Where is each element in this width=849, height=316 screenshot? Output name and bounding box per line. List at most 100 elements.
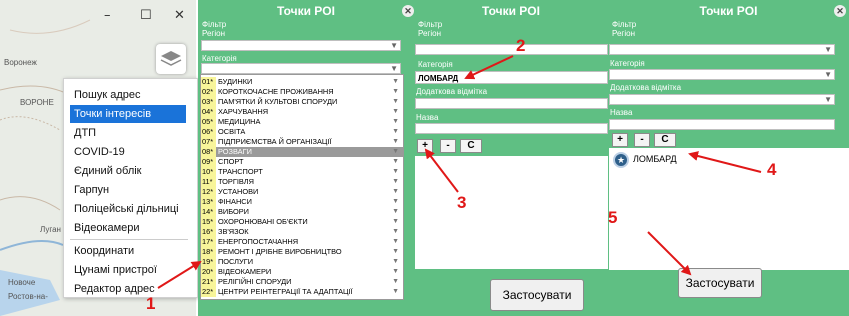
extra-mark-select[interactable] — [415, 98, 608, 109]
category-code: 13* — [201, 197, 216, 207]
name-input[interactable] — [609, 119, 835, 130]
category-name: МЕДИЦИНА — [218, 117, 261, 126]
chevron-down-icon: ▼ — [392, 138, 399, 145]
category-option[interactable]: 09* СПОРТ ▼ — [201, 157, 403, 167]
layers-icon — [160, 51, 182, 66]
chevron-down-icon: ▼ — [824, 45, 832, 54]
name-label: Назва — [610, 108, 633, 117]
chevron-down-icon: ▼ — [392, 218, 399, 225]
menu-item-unified-register[interactable]: Єдиний облік — [64, 162, 192, 180]
close-icon[interactable]: ✕ — [402, 5, 414, 17]
minimize-button[interactable]: – — [104, 8, 111, 23]
chevron-down-icon: ▼ — [392, 198, 399, 205]
close-icon[interactable]: ✕ — [834, 5, 846, 17]
menu-item-address-editor[interactable]: Редактор адрес — [64, 280, 192, 298]
category-label: Категорія — [610, 59, 645, 68]
menu-item-tsunami-devices[interactable]: Цунамі пристрої — [64, 261, 192, 279]
menu-item-video-cameras[interactable]: Відеокамери — [64, 219, 192, 237]
plus-button[interactable]: + — [417, 139, 433, 153]
maximize-button[interactable]: ☐ — [140, 8, 152, 23]
category-name: ФІНАНСИ — [218, 197, 252, 206]
poi-window-title: Точки POI — [414, 0, 608, 22]
category-name: ХАРЧУВАННЯ — [218, 107, 269, 116]
category-option[interactable]: 16* ЗВ'ЯЗОК ▼ — [201, 227, 403, 237]
menu-item-covid[interactable]: COVID-19 — [64, 143, 192, 161]
filter-label: Фільтр — [418, 20, 443, 29]
map-label-luhansk: Луган — [40, 225, 61, 234]
category-option[interactable]: 13* ФІНАНСИ ▼ — [201, 197, 403, 207]
category-option[interactable]: 12* УСТАНОВИ ▼ — [201, 187, 403, 197]
region-select[interactable]: ▼ — [609, 44, 835, 55]
result-item[interactable]: ЛОМБАРД — [633, 154, 677, 164]
menu-separator — [70, 239, 188, 240]
category-option[interactable]: 22* ЦЕНТРИ РЕІНТЕГРАЦІЇ ТА АДАПТАЦІЇ ▼ — [201, 287, 403, 297]
category-option[interactable]: 19* ПОСЛУГИ ▼ — [201, 257, 403, 267]
category-option[interactable]: 17* ЕНЕРГОПОСТАЧАННЯ ▼ — [201, 237, 403, 247]
chevron-down-icon: ▼ — [392, 248, 399, 255]
category-code: 06* — [201, 127, 216, 137]
chevron-down-icon: ▼ — [392, 148, 399, 155]
category-option[interactable]: 10* ТРАНСПОРТ ▼ — [201, 167, 403, 177]
chevron-down-icon: ▼ — [392, 238, 399, 245]
category-option[interactable]: 01* БУДИНКИ ▼ — [201, 77, 403, 87]
clear-button[interactable]: C — [460, 139, 482, 153]
category-option[interactable]: 02* КОРОТКОЧАСНЕ ПРОЖИВАННЯ ▼ — [201, 87, 403, 97]
category-code: 22* — [201, 287, 216, 297]
category-value: ЛОМБАРД — [418, 74, 459, 83]
category-option[interactable]: 05* МЕДИЦИНА ▼ — [201, 117, 403, 127]
category-option[interactable]: 11* ТОРГІВЛЯ ▼ — [201, 177, 403, 187]
menu-item-dtp[interactable]: ДТП — [64, 124, 192, 142]
category-option[interactable]: 15* ОХОРОНЮВАНІ ОБ'ЄКТИ ▼ — [201, 217, 403, 227]
filter-label: Фільтр — [612, 20, 637, 29]
apply-button[interactable]: Застосувати — [678, 268, 762, 298]
category-select[interactable]: ▼ — [609, 69, 835, 80]
category-option[interactable]: 07* ПІДПРИЄМСТВА Й ОРГАНІЗАЦІЇ ▼ — [201, 137, 403, 147]
category-code: 10* — [201, 167, 216, 177]
category-code: 16* — [201, 227, 216, 237]
plus-button[interactable]: + — [612, 133, 628, 147]
category-name: УСТАНОВИ — [218, 187, 259, 196]
category-option[interactable]: 08* РОЗВАГИ ▼ — [201, 147, 403, 157]
name-input[interactable] — [415, 123, 608, 134]
annotation-label-5: 5 — [608, 208, 618, 227]
category-option[interactable]: 03* ПАМ'ЯТКИ Й КУЛЬТОВІ СПОРУДИ ▼ — [201, 97, 403, 107]
clear-button[interactable]: C — [654, 133, 676, 147]
category-select[interactable]: ▼ — [201, 63, 401, 74]
category-option[interactable]: 18* РЕМОНТ І ДРІБНЕ ВИРОБНИЦТВО ▼ — [201, 247, 403, 257]
category-code: 20* — [201, 267, 216, 277]
results-list — [415, 156, 608, 269]
chevron-down-icon: ▼ — [392, 178, 399, 185]
chevron-down-icon: ▼ — [392, 78, 399, 85]
menu-item-police-stations[interactable]: Поліцейські дільниці — [64, 200, 192, 218]
category-option[interactable]: 20* ВІДЕОКАМЕРИ ▼ — [201, 267, 403, 277]
extra-mark-select[interactable]: ▼ — [609, 94, 835, 105]
annotation-label-3: 3 — [457, 193, 467, 212]
map-label-voronezh: Воронеж — [4, 58, 37, 67]
category-code: 15* — [201, 217, 216, 227]
close-button[interactable]: ✕ — [174, 8, 185, 23]
category-code: 12* — [201, 187, 216, 197]
name-label: Назва — [416, 113, 439, 122]
minus-button[interactable]: - — [634, 133, 650, 147]
layers-button[interactable] — [156, 44, 186, 74]
menu-item-points-of-interest[interactable]: Точки інтересів — [70, 105, 186, 123]
category-option[interactable]: 04* ХАРЧУВАННЯ ▼ — [201, 107, 403, 117]
category-name: ВИБОРИ — [218, 207, 249, 216]
category-select[interactable]: ЛОМБАРД — [415, 71, 608, 84]
map-label-voronezh-region: ВОРОНЕ — [20, 98, 54, 107]
region-select[interactable]: ▼ — [201, 40, 401, 51]
category-name: РЕМОНТ І ДРІБНЕ ВИРОБНИЦТВО — [218, 247, 342, 256]
menu-item-harpoon[interactable]: Гарпун — [64, 181, 192, 199]
category-option[interactable]: 21* РЕЛІГІЙНІ СПОРУДИ ▼ — [201, 277, 403, 287]
category-option[interactable]: 14* ВИБОРИ ▼ — [201, 207, 403, 217]
region-select[interactable] — [415, 44, 608, 55]
map-label-novocherkassk: Новоче — [8, 278, 36, 287]
menu-item-address-search[interactable]: Пошук адрес — [64, 86, 192, 104]
poi-window-2: Точки POI Фільтр Регіон Категорія ЛОМБАР… — [414, 0, 608, 316]
category-name: ЦЕНТРИ РЕІНТЕГРАЦІЇ ТА АДАПТАЦІЇ — [218, 287, 353, 296]
apply-button[interactable]: Застосувати — [490, 279, 584, 311]
minus-button[interactable]: - — [440, 139, 456, 153]
menu-item-coordinates[interactable]: Координати — [64, 242, 192, 260]
category-option[interactable]: 06* ОСВІТА ▼ — [201, 127, 403, 137]
chevron-down-icon: ▼ — [392, 228, 399, 235]
